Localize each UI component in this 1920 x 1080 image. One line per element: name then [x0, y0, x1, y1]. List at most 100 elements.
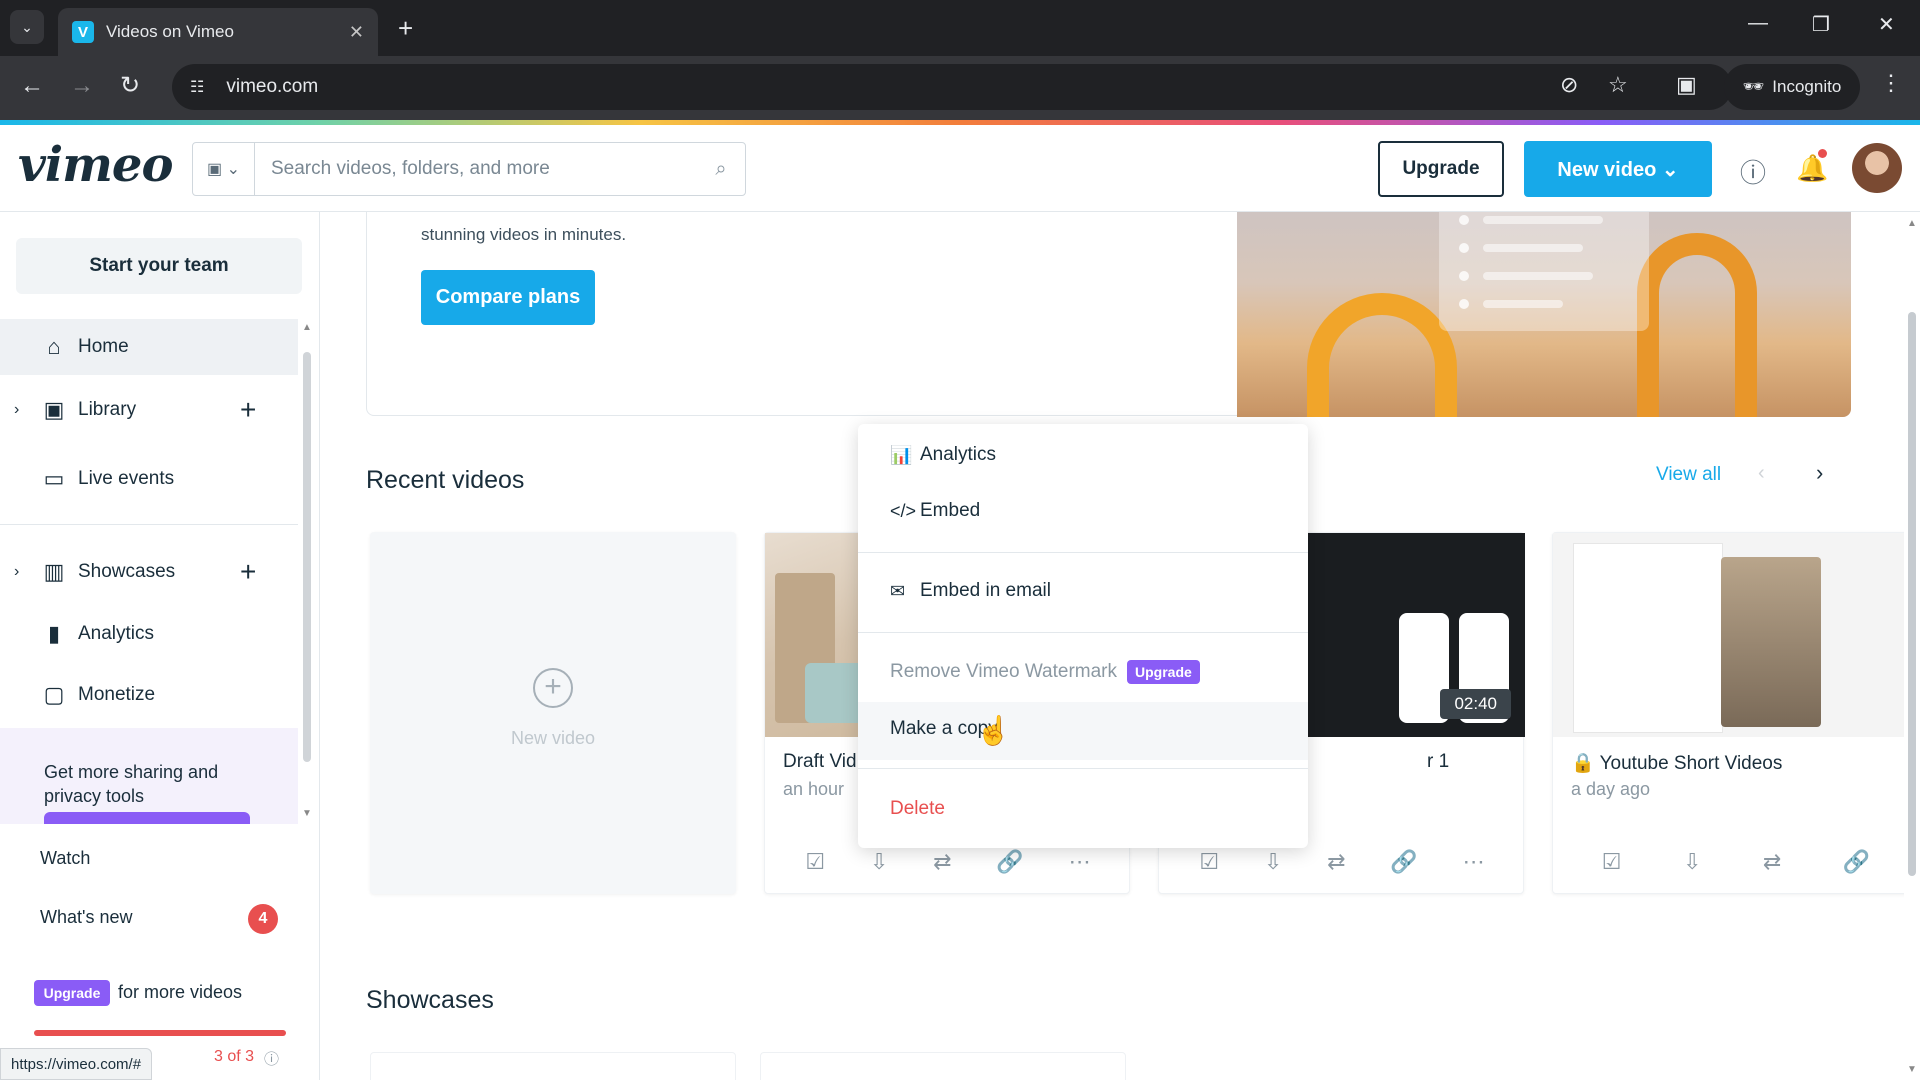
transfer-icon[interactable]: ⇄: [933, 849, 951, 875]
tab-search-button[interactable]: ⌄: [10, 10, 44, 44]
showcase-card[interactable]: [760, 1052, 1126, 1080]
video-quota-bar: [34, 1030, 286, 1036]
menu-item-label: Embed: [920, 500, 981, 521]
video-title-text: Youtube Short Videos: [1599, 753, 1783, 774]
whats-new-link[interactable]: What's new: [40, 907, 132, 928]
add-library-icon[interactable]: +: [240, 394, 256, 426]
start-team-button[interactable]: Start your team: [16, 238, 302, 294]
sidebar-scroll-thumb[interactable]: [303, 352, 311, 762]
video-title[interactable]: 🔒 Youtube Short Videos: [1571, 751, 1782, 775]
review-icon[interactable]: ☑: [1602, 849, 1622, 875]
menu-separator: [858, 552, 1308, 553]
link-icon[interactable]: 🔗: [996, 849, 1023, 875]
more-icon[interactable]: ⋯: [1463, 849, 1485, 875]
new-video-button[interactable]: New video ⌄: [1524, 141, 1712, 197]
address-bar[interactable]: ☷ vimeo.com: [172, 64, 1732, 110]
menu-item-embed-email[interactable]: ✉ Embed in email: [890, 580, 1051, 602]
sidebar-item-analytics[interactable]: ▮ Analytics: [0, 606, 298, 662]
sidebar-item-monetize[interactable]: ▢ Monetize: [0, 667, 298, 723]
browser-menu-icon[interactable]: ⋮: [1880, 70, 1902, 96]
menu-item-embed[interactable]: </> Embed: [890, 500, 980, 522]
forward-icon[interactable]: →: [70, 72, 94, 100]
sidebar-item-label: Library: [78, 399, 137, 420]
sidebar-item-showcases[interactable]: › ▥ Showcases +: [0, 544, 298, 600]
link-icon[interactable]: 🔗: [1390, 849, 1417, 875]
recent-videos-title: Recent videos: [366, 466, 525, 494]
upgrade-pill[interactable]: Upgrade: [34, 980, 110, 1006]
video-thumbnail[interactable]: [1553, 533, 1904, 737]
showcase-card[interactable]: [370, 1052, 736, 1080]
avatar[interactable]: [1852, 143, 1902, 193]
scroll-down-icon[interactable]: ▼: [302, 808, 312, 819]
watch-link[interactable]: Watch: [40, 848, 90, 869]
transfer-icon[interactable]: ⇄: [1763, 849, 1781, 875]
whats-new-count-badge: 4: [248, 904, 278, 934]
site-settings-icon[interactable]: ☷: [190, 77, 204, 97]
hero-panel-dot: [1459, 243, 1469, 253]
scroll-up-icon[interactable]: ▲: [1907, 218, 1917, 229]
video-card[interactable]: 🔒 Youtube Short Videos a day ago ☑ ⇩ ⇄ 🔗: [1552, 532, 1904, 894]
search-input[interactable]: [255, 158, 697, 180]
hero-arch-shape: [1307, 293, 1457, 417]
page-scroll-thumb[interactable]: [1908, 312, 1916, 876]
tab-title: Videos on Vimeo: [106, 22, 234, 41]
menu-item-remove-watermark[interactable]: Remove Vimeo Watermark Upgrade: [890, 660, 1200, 684]
new-video-card[interactable]: + New video: [370, 532, 736, 894]
upgrade-button[interactable]: Upgrade: [1378, 141, 1504, 197]
download-icon[interactable]: ⇩: [1264, 849, 1282, 875]
help-icon[interactable]: ⓘ: [1740, 153, 1766, 190]
add-showcase-icon[interactable]: +: [240, 556, 256, 588]
download-icon[interactable]: ⇩: [1683, 849, 1701, 875]
menu-item-label: Analytics: [920, 444, 997, 465]
sidebar-item-label: Analytics: [78, 623, 155, 644]
chevron-right-icon[interactable]: ›: [14, 563, 19, 581]
bookmark-star-icon[interactable]: ☆: [1608, 72, 1628, 98]
transfer-icon[interactable]: ⇄: [1327, 849, 1345, 875]
compare-plans-button[interactable]: Compare plans: [421, 270, 595, 325]
menu-item-delete[interactable]: Delete: [890, 798, 945, 820]
scroll-up-icon[interactable]: ▲: [302, 322, 312, 333]
reload-icon[interactable]: ↻: [120, 72, 140, 100]
search-type-dropdown[interactable]: ▣ ⌄: [193, 143, 255, 195]
hero-arch-shape: [1637, 233, 1757, 417]
home-icon: ⌂: [47, 334, 61, 359]
chevron-left-icon[interactable]: ‹: [1758, 462, 1765, 485]
side-panel-icon[interactable]: ▣: [1676, 72, 1697, 98]
promo-upgrade-button[interactable]: [44, 812, 250, 824]
back-icon[interactable]: ←: [20, 72, 44, 100]
browser-tab[interactable]: V Videos on Vimeo ✕: [58, 8, 378, 56]
library-icon: ▣: [43, 397, 65, 422]
close-window-icon[interactable]: ✕: [1878, 12, 1895, 37]
review-icon[interactable]: ☑: [805, 849, 825, 875]
sidebar-item-home[interactable]: ⌂ Home: [0, 319, 298, 375]
menu-item-analytics[interactable]: 📊 Analytics: [890, 444, 996, 466]
vimeo-logo[interactable]: vimeo: [18, 137, 173, 193]
more-icon[interactable]: ⋯: [1069, 849, 1091, 875]
page-scrollbar[interactable]: ▲ ▼: [1904, 212, 1920, 1080]
info-icon[interactable]: ⓘ: [264, 1048, 279, 1069]
sidebar-item-live-events[interactable]: ▭ Live events: [0, 451, 298, 507]
minimize-icon[interactable]: —: [1748, 12, 1768, 35]
restore-icon[interactable]: ❐: [1812, 12, 1830, 37]
eye-off-icon[interactable]: ⊘: [1560, 72, 1578, 98]
link-icon[interactable]: 🔗: [1843, 849, 1870, 875]
close-tab-icon[interactable]: ✕: [349, 22, 364, 43]
sidebar-scrollbar[interactable]: ▲ ▼: [300, 322, 314, 822]
analytics-icon: 📊: [890, 444, 913, 465]
video-title[interactable]: Draft Vid: [783, 751, 857, 773]
video-actions: ☑ ⇩ ⇄ 🔗 ⋯: [1159, 849, 1525, 875]
incognito-indicator[interactable]: 🕶 Incognito: [1724, 64, 1860, 110]
sidebar-item-library[interactable]: › ▣ Library +: [0, 382, 298, 438]
download-icon[interactable]: ⇩: [870, 849, 888, 875]
view-all-link[interactable]: View all: [1656, 464, 1721, 486]
review-icon[interactable]: ☑: [1199, 849, 1219, 875]
code-icon: </>: [890, 500, 917, 521]
sidebar: Start your team ⌂ Home › ▣ Library + ▭ L…: [0, 212, 320, 1080]
video-title[interactable]: r 1: [1427, 751, 1449, 773]
scroll-down-icon[interactable]: ▼: [1907, 1064, 1917, 1075]
chevron-right-icon[interactable]: ›: [1816, 460, 1823, 486]
showcases-title: Showcases: [366, 986, 494, 1014]
search-icon[interactable]: ⌕: [697, 158, 745, 181]
new-tab-icon[interactable]: +: [398, 14, 413, 42]
chevron-right-icon[interactable]: ›: [14, 401, 19, 419]
